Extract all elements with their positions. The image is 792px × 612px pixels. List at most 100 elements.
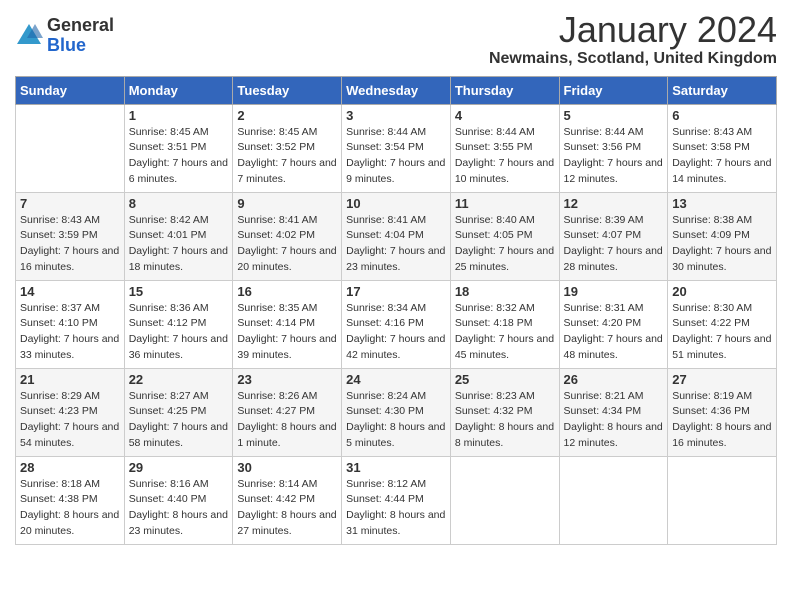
- location-title: Newmains, Scotland, United Kingdom: [489, 50, 777, 68]
- calendar-cell: [450, 456, 559, 544]
- day-number: 18: [455, 284, 555, 299]
- calendar-cell: 26 Sunrise: 8:21 AMSunset: 4:34 PMDayligh…: [559, 368, 668, 456]
- day-info: Sunrise: 8:14 AMSunset: 4:42 PMDaylight:…: [237, 477, 337, 540]
- day-number: 13: [672, 196, 772, 211]
- week-row-3: 21 Sunrise: 8:29 AMSunset: 4:23 PMDayligh…: [16, 368, 777, 456]
- day-info: Sunrise: 8:32 AMSunset: 4:18 PMDaylight:…: [455, 301, 555, 364]
- calendar-cell: 7 Sunrise: 8:43 AMSunset: 3:59 PMDaylight…: [16, 192, 125, 280]
- calendar-cell: 2 Sunrise: 8:45 AMSunset: 3:52 PMDaylight…: [233, 104, 342, 192]
- calendar-cell: 22 Sunrise: 8:27 AMSunset: 4:25 PMDayligh…: [124, 368, 233, 456]
- day-number: 21: [20, 372, 120, 387]
- day-number: 23: [237, 372, 337, 387]
- week-row-0: 1 Sunrise: 8:45 AMSunset: 3:51 PMDaylight…: [16, 104, 777, 192]
- week-row-2: 14Sunrise: 8:37 AMSunset: 4:10 PMDayligh…: [16, 280, 777, 368]
- day-number: 7: [20, 196, 120, 211]
- day-number: 24: [346, 372, 446, 387]
- header-thursday: Thursday: [450, 76, 559, 104]
- header-monday: Monday: [124, 76, 233, 104]
- calendar-cell: 4 Sunrise: 8:44 AMSunset: 3:55 PMDaylight…: [450, 104, 559, 192]
- day-number: 12: [564, 196, 664, 211]
- calendar-cell: 14Sunrise: 8:37 AMSunset: 4:10 PMDayligh…: [16, 280, 125, 368]
- logo-icon: [15, 22, 43, 50]
- header-friday: Friday: [559, 76, 668, 104]
- day-info: Sunrise: 8:27 AMSunset: 4:25 PMDaylight:…: [129, 389, 229, 452]
- header-sunday: Sunday: [16, 76, 125, 104]
- day-info: Sunrise: 8:44 AMSunset: 3:56 PMDaylight:…: [564, 125, 664, 188]
- calendar-cell: 17 Sunrise: 8:34 AMSunset: 4:16 PMDayligh…: [342, 280, 451, 368]
- title-area: January 2024 Newmains, Scotland, United …: [489, 10, 777, 68]
- header-wednesday: Wednesday: [342, 76, 451, 104]
- day-info: Sunrise: 8:45 AMSunset: 3:51 PMDaylight:…: [129, 125, 229, 188]
- logo-general-text: General: [47, 16, 114, 36]
- day-number: 31: [346, 460, 446, 475]
- day-number: 15: [129, 284, 229, 299]
- day-info: Sunrise: 8:18 AMSunset: 4:38 PMDaylight:…: [20, 477, 120, 540]
- day-info: Sunrise: 8:30 AMSunset: 4:22 PMDaylight:…: [672, 301, 772, 364]
- calendar-cell: 18 Sunrise: 8:32 AMSunset: 4:18 PMDayligh…: [450, 280, 559, 368]
- day-number: 27: [672, 372, 772, 387]
- calendar-cell: 31 Sunrise: 8:12 AMSunset: 4:44 PMDayligh…: [342, 456, 451, 544]
- calendar-cell: 3Sunrise: 8:44 AMSunset: 3:54 PMDaylight…: [342, 104, 451, 192]
- calendar-cell: 6Sunrise: 8:43 AMSunset: 3:58 PMDaylight…: [668, 104, 777, 192]
- day-info: Sunrise: 8:41 AMSunset: 4:02 PMDaylight:…: [237, 213, 337, 276]
- day-number: 20: [672, 284, 772, 299]
- day-number: 19: [564, 284, 664, 299]
- calendar-cell: 23Sunrise: 8:26 AMSunset: 4:27 PMDayligh…: [233, 368, 342, 456]
- calendar-cell: 12Sunrise: 8:39 AMSunset: 4:07 PMDayligh…: [559, 192, 668, 280]
- day-info: Sunrise: 8:35 AMSunset: 4:14 PMDaylight:…: [237, 301, 337, 364]
- day-info: Sunrise: 8:31 AMSunset: 4:20 PMDaylight:…: [564, 301, 664, 364]
- day-number: 25: [455, 372, 555, 387]
- day-info: Sunrise: 8:43 AMSunset: 3:59 PMDaylight:…: [20, 213, 120, 276]
- calendar-cell: 16 Sunrise: 8:35 AMSunset: 4:14 PMDayligh…: [233, 280, 342, 368]
- calendar-cell: 30 Sunrise: 8:14 AMSunset: 4:42 PMDayligh…: [233, 456, 342, 544]
- day-number: 4: [455, 108, 555, 123]
- day-number: 5: [564, 108, 664, 123]
- day-info: Sunrise: 8:36 AMSunset: 4:12 PMDaylight:…: [129, 301, 229, 364]
- calendar-cell: 19 Sunrise: 8:31 AMSunset: 4:20 PMDayligh…: [559, 280, 668, 368]
- day-info: Sunrise: 8:34 AMSunset: 4:16 PMDaylight:…: [346, 301, 446, 364]
- day-number: 30: [237, 460, 337, 475]
- day-info: Sunrise: 8:41 AMSunset: 4:04 PMDaylight:…: [346, 213, 446, 276]
- calendar-cell: 8 Sunrise: 8:42 AMSunset: 4:01 PMDaylight…: [124, 192, 233, 280]
- day-number: 8: [129, 196, 229, 211]
- day-info: Sunrise: 8:44 AMSunset: 3:55 PMDaylight:…: [455, 125, 555, 188]
- calendar-cell: 27 Sunrise: 8:19 AMSunset: 4:36 PMDayligh…: [668, 368, 777, 456]
- calendar-cell: 15 Sunrise: 8:36 AMSunset: 4:12 PMDayligh…: [124, 280, 233, 368]
- day-info: Sunrise: 8:38 AMSunset: 4:09 PMDaylight:…: [672, 213, 772, 276]
- week-row-4: 28 Sunrise: 8:18 AMSunset: 4:38 PMDayligh…: [16, 456, 777, 544]
- calendar-table: SundayMondayTuesdayWednesdayThursdayFrid…: [15, 76, 777, 545]
- day-number: 14: [20, 284, 120, 299]
- day-number: 1: [129, 108, 229, 123]
- header: General Blue January 2024 Newmains, Scot…: [15, 10, 777, 68]
- day-number: 26: [564, 372, 664, 387]
- logo: General Blue: [15, 16, 114, 56]
- calendar-cell: [559, 456, 668, 544]
- day-info: Sunrise: 8:12 AMSunset: 4:44 PMDaylight:…: [346, 477, 446, 540]
- day-info: Sunrise: 8:29 AMSunset: 4:23 PMDaylight:…: [20, 389, 120, 452]
- calendar-cell: 28 Sunrise: 8:18 AMSunset: 4:38 PMDayligh…: [16, 456, 125, 544]
- day-number: 2: [237, 108, 337, 123]
- week-row-1: 7 Sunrise: 8:43 AMSunset: 3:59 PMDaylight…: [16, 192, 777, 280]
- day-info: Sunrise: 8:44 AMSunset: 3:54 PMDaylight:…: [346, 125, 446, 188]
- header-row: SundayMondayTuesdayWednesdayThursdayFrid…: [16, 76, 777, 104]
- day-info: Sunrise: 8:21 AMSunset: 4:34 PMDaylight:…: [564, 389, 664, 452]
- day-info: Sunrise: 8:23 AMSunset: 4:32 PMDaylight:…: [455, 389, 555, 452]
- day-info: Sunrise: 8:42 AMSunset: 4:01 PMDaylight:…: [129, 213, 229, 276]
- day-info: Sunrise: 8:45 AMSunset: 3:52 PMDaylight:…: [237, 125, 337, 188]
- day-number: 16: [237, 284, 337, 299]
- day-number: 28: [20, 460, 120, 475]
- calendar-cell: 20 Sunrise: 8:30 AMSunset: 4:22 PMDayligh…: [668, 280, 777, 368]
- calendar-cell: 1 Sunrise: 8:45 AMSunset: 3:51 PMDaylight…: [124, 104, 233, 192]
- calendar-cell: 9Sunrise: 8:41 AMSunset: 4:02 PMDaylight…: [233, 192, 342, 280]
- day-number: 6: [672, 108, 772, 123]
- header-saturday: Saturday: [668, 76, 777, 104]
- calendar-cell: 29Sunrise: 8:16 AMSunset: 4:40 PMDayligh…: [124, 456, 233, 544]
- calendar-cell: 25 Sunrise: 8:23 AMSunset: 4:32 PMDayligh…: [450, 368, 559, 456]
- day-number: 11: [455, 196, 555, 211]
- day-info: Sunrise: 8:16 AMSunset: 4:40 PMDaylight:…: [129, 477, 229, 540]
- day-info: Sunrise: 8:19 AMSunset: 4:36 PMDaylight:…: [672, 389, 772, 452]
- day-number: 17: [346, 284, 446, 299]
- day-number: 22: [129, 372, 229, 387]
- day-info: Sunrise: 8:24 AMSunset: 4:30 PMDaylight:…: [346, 389, 446, 452]
- calendar-cell: [16, 104, 125, 192]
